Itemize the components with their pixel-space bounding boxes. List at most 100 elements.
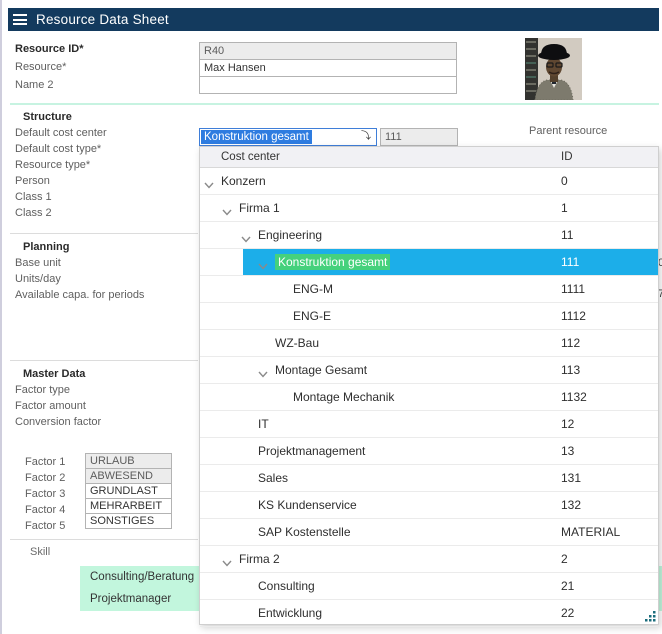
tree-row[interactable]: ENG-M 1111 xyxy=(200,276,658,303)
tree-row-name: ENG-E xyxy=(293,303,331,329)
tree-row[interactable]: Konstruktion gesamt 111 xyxy=(200,249,658,276)
tree-row[interactable]: ENG-E 1112 xyxy=(200,303,658,330)
tree-row[interactable]: Montage Mechanik 1132 xyxy=(200,384,658,411)
tree-row-id: 11 xyxy=(561,222,573,248)
tree-row[interactable]: Sales131 xyxy=(200,465,658,492)
factor3-label: Factor 3 xyxy=(25,488,65,500)
tree-row-id: 13 xyxy=(561,438,574,464)
name2-input[interactable] xyxy=(199,76,457,94)
tree-row-id: 2 xyxy=(561,546,568,572)
title-bar: Resource Data Sheet xyxy=(8,8,659,31)
factor5-input[interactable] xyxy=(85,513,172,529)
base-unit-label: Base unit xyxy=(15,257,61,269)
class2-label: Class 2 xyxy=(15,207,52,219)
skill-list: Consulting/Beratung Projektmanager xyxy=(80,566,199,611)
column-header-cost-center: Cost center xyxy=(221,147,280,167)
tree-row-name: Konstruktion gesamt xyxy=(275,249,390,275)
tree-row-name: WZ-Bau xyxy=(275,330,319,356)
tree-row[interactable]: SAP Kostenstelle MATERIAL xyxy=(200,519,658,546)
factor4-label: Factor 4 xyxy=(25,504,65,516)
resize-grip[interactable] xyxy=(644,610,656,622)
resource-data-sheet-window: Resource Data Sheet Resource ID* Resourc… xyxy=(0,0,662,634)
resource-photo xyxy=(525,38,582,100)
parent-resource-label: Parent resource xyxy=(529,125,607,137)
tree-expand-chevron-icon[interactable] xyxy=(204,178,214,192)
factor3-input[interactable] xyxy=(85,483,172,499)
column-header-id: ID xyxy=(561,147,573,167)
skill-item[interactable]: Consulting/Beratung xyxy=(80,566,199,588)
cost-center-combobox[interactable]: Konstruktion gesamt ⤵ xyxy=(199,128,377,146)
tree-row-name: Firma 2 xyxy=(239,546,280,572)
tree-row-id: 22 xyxy=(561,600,574,626)
tree-row[interactable]: Entwicklung 22 xyxy=(200,600,658,627)
cost-center-tree: Konzern0Firma 11Engineering11Konstruktio… xyxy=(200,168,658,627)
planning-heading: Planning xyxy=(23,241,69,253)
resource-id-label: Resource ID* xyxy=(15,43,83,55)
tree-row[interactable]: Firma 2 2 xyxy=(200,546,658,573)
tree-row-id: 1112 xyxy=(561,303,586,329)
master-data-heading: Master Data xyxy=(23,368,85,380)
skill-heading: Skill xyxy=(30,546,50,558)
tree-row-id: 111 xyxy=(561,249,579,275)
tree-row-name: Konzern xyxy=(221,168,266,194)
factor5-label: Factor 5 xyxy=(25,520,65,532)
tree-row-id: 132 xyxy=(561,492,581,518)
tree-row-name: ENG-M xyxy=(293,276,333,302)
tree-row-name: Montage Mechanik xyxy=(293,384,394,410)
tree-expand-chevron-icon[interactable] xyxy=(258,259,268,273)
tree-row[interactable]: Projektmanagement13 xyxy=(200,438,658,465)
tree-row-name: IT xyxy=(258,411,269,437)
tree-expand-chevron-icon[interactable] xyxy=(222,556,232,570)
page-title: Resource Data Sheet xyxy=(36,12,169,27)
default-cost-center-label: Default cost center xyxy=(15,127,107,139)
section-separator xyxy=(10,103,659,105)
name2-label: Name 2 xyxy=(15,79,54,91)
factor1-label: Factor 1 xyxy=(25,456,65,468)
tree-row-id: 21 xyxy=(561,573,574,599)
tree-row[interactable]: Firma 11 xyxy=(200,195,658,222)
hamburger-menu-icon[interactable] xyxy=(13,14,27,25)
default-cost-type-label: Default cost type* xyxy=(15,143,101,155)
person-label: Person xyxy=(15,175,50,187)
tree-row[interactable]: WZ-Bau 112 xyxy=(200,330,658,357)
factor1-input[interactable] xyxy=(85,453,172,469)
factor4-input[interactable] xyxy=(85,498,172,514)
tree-row-id: 131 xyxy=(561,465,581,491)
tree-row-name: KS Kundenservice xyxy=(258,492,357,518)
cost-center-dropdown-panel: Cost center ID Konzern0Firma 11Engineeri… xyxy=(199,146,659,625)
tree-row[interactable]: Consulting 21 xyxy=(200,573,658,600)
combobox-selected-value: Konstruktion gesamt xyxy=(201,130,312,144)
tree-row[interactable]: Konzern0 xyxy=(200,168,658,195)
cost-center-id-input[interactable] xyxy=(380,128,458,146)
resource-id-input[interactable] xyxy=(199,42,457,60)
resource-name-input[interactable] xyxy=(199,59,457,77)
section-separator xyxy=(10,360,198,361)
tree-row-id: MATERIAL xyxy=(561,519,620,545)
units-day-label: Units/day xyxy=(15,273,61,285)
tree-row[interactable]: KS Kundenservice 132 xyxy=(200,492,658,519)
tree-row[interactable]: Montage Gesamt113 xyxy=(200,357,658,384)
tree-row[interactable]: Engineering 11 xyxy=(200,222,658,249)
tree-expand-chevron-icon[interactable] xyxy=(222,205,232,219)
tree-row-id: 1132 xyxy=(561,384,587,410)
tree-expand-chevron-icon[interactable] xyxy=(241,232,251,246)
tree-row-id: 112 xyxy=(561,330,580,356)
tree-row-name: SAP Kostenstelle xyxy=(258,519,351,545)
factor2-label: Factor 2 xyxy=(25,472,65,484)
resource-type-label: Resource type* xyxy=(15,159,90,171)
tree-row-name: Consulting xyxy=(258,573,315,599)
tree-expand-chevron-icon[interactable] xyxy=(258,367,268,381)
tree-row-name: Entwicklung xyxy=(258,600,322,626)
portrait-image xyxy=(525,38,582,100)
skill-item[interactable]: Projektmanager xyxy=(80,588,199,610)
dropdown-header-row: Cost center ID xyxy=(200,147,658,168)
tree-row[interactable]: IT12 xyxy=(200,411,658,438)
tree-row-id: 1111 xyxy=(561,276,585,302)
resource-label: Resource* xyxy=(15,61,66,73)
factor2-input[interactable] xyxy=(85,468,172,484)
section-separator xyxy=(10,539,198,540)
chevron-down-icon: ⤵ xyxy=(361,132,371,142)
tree-row-name: Engineering xyxy=(258,222,322,248)
structure-heading: Structure xyxy=(23,111,72,123)
class1-label: Class 1 xyxy=(15,191,52,203)
